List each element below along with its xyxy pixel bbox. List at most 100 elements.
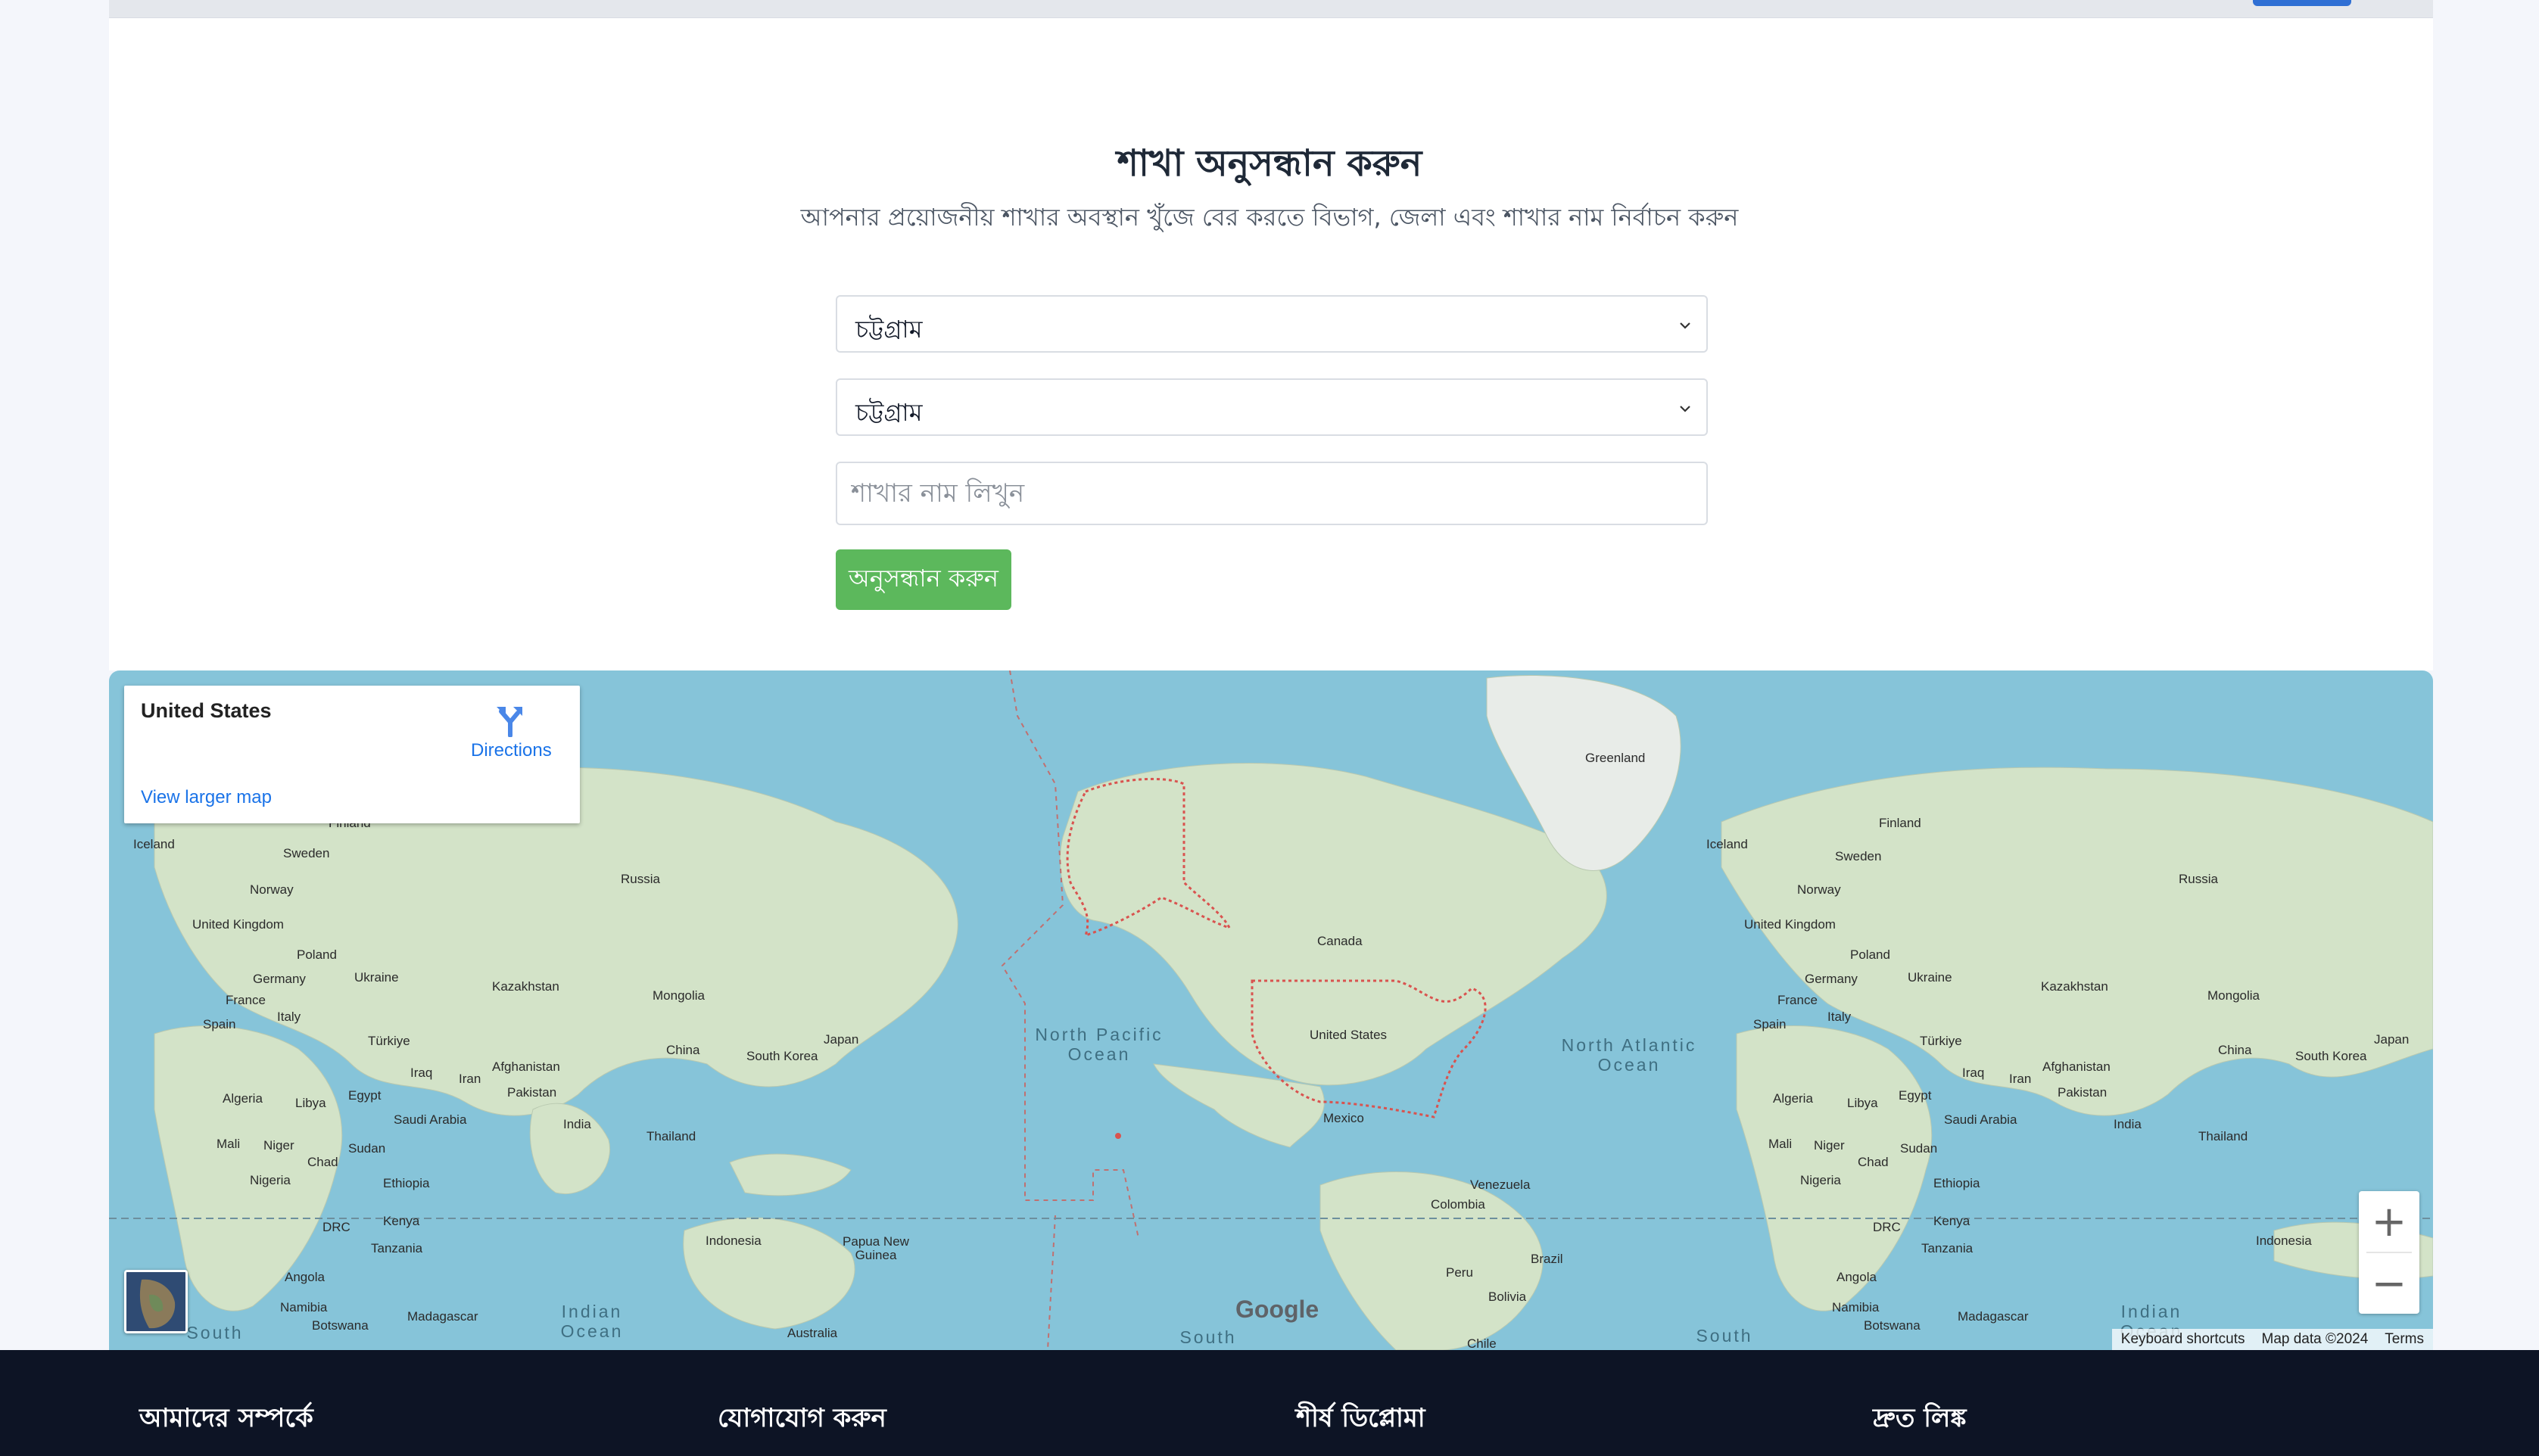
map-label: Mexico: [1323, 1111, 1364, 1125]
map-label: DRC: [322, 1220, 350, 1234]
chevron-down-icon: [1680, 406, 1690, 412]
map-label: Pakistan: [507, 1085, 557, 1100]
map-label: Tanzania: [1921, 1241, 1974, 1255]
map-label: North Atlantic Ocean: [1561, 1035, 1697, 1075]
search-button[interactable]: অনুসন্ধান করুন: [836, 549, 1011, 610]
map-label: Italy: [1827, 1010, 1852, 1024]
keyboard-shortcuts-link[interactable]: Keyboard shortcuts: [2121, 1331, 2245, 1348]
map-label: Sweden: [1835, 849, 1882, 863]
district-select[interactable]: চট্টগ্রাম: [836, 378, 1708, 436]
satellite-preview-icon: [126, 1272, 185, 1331]
map-label: Russia: [621, 872, 660, 886]
map-label: Ethiopia: [1933, 1176, 1980, 1190]
map-label: Australia: [787, 1326, 838, 1340]
map-container[interactable]: Iceland Finland Sweden Norway Russia Uni…: [109, 670, 2433, 1350]
branch-name-input-wrap: [836, 462, 1708, 525]
branch-name-input[interactable]: [837, 463, 1706, 524]
map-label: Sudan: [348, 1141, 386, 1156]
map-label: India: [2114, 1117, 2142, 1131]
map-label: Botswana: [312, 1318, 369, 1333]
map-label: Indonesia: [2256, 1234, 2312, 1248]
map-label: Iceland: [1706, 837, 1748, 851]
map-label: Iran: [459, 1072, 481, 1086]
map-label: South Korea: [2295, 1049, 2367, 1063]
chevron-down-icon: [1680, 322, 1690, 329]
map-label: France: [1777, 993, 1818, 1007]
map-label: Sudan: [1900, 1141, 1938, 1156]
map-label: Canada: [1317, 934, 1363, 948]
map-label: United Kingdom: [1744, 917, 1836, 932]
map-label: Germany: [253, 972, 306, 986]
map-label: DRC: [1873, 1220, 1901, 1234]
map-label: Sweden: [283, 846, 330, 860]
map-label: Niger: [263, 1138, 294, 1153]
active-tab-indicator: [2253, 0, 2351, 6]
map-label: Algeria: [223, 1091, 263, 1106]
map-label: Mali: [1768, 1137, 1793, 1151]
map-label: Chad: [307, 1155, 338, 1169]
top-strip: [109, 0, 2433, 18]
google-logo: Google: [1235, 1296, 1319, 1323]
map-label: Colombia: [1431, 1197, 1485, 1212]
map-label: Egypt: [348, 1088, 382, 1103]
division-select-value: চট্টগ্রাম: [855, 315, 923, 344]
footer-contact-heading: যোগাযোগ করুন: [718, 1403, 886, 1433]
map-label: Madagascar: [1958, 1309, 2029, 1324]
map-label: Libya: [1847, 1096, 1878, 1110]
zoom-in-button[interactable]: +: [2359, 1191, 2419, 1252]
district-select-value: চট্টগ্রাম: [855, 398, 923, 427]
map-label: Iceland: [133, 837, 175, 851]
map-label: United Kingdom: [192, 917, 284, 932]
map-label: Mali: [217, 1137, 241, 1151]
map-label: Chad: [1858, 1155, 1889, 1169]
map-label: Madagascar: [407, 1309, 478, 1324]
footer-diploma-heading: শীর্ষ ডিপ্লোমা: [1296, 1403, 1425, 1433]
footer-about-heading: আমাদের সম্পর্কে: [139, 1403, 313, 1433]
map-data-notice: Map data ©2024: [2261, 1331, 2369, 1347]
footer-quick-links-heading: দ্রুত লিঙ্ক: [1873, 1403, 1967, 1433]
map-label: Chile: [1467, 1336, 1497, 1350]
terms-link[interactable]: Terms: [2385, 1331, 2424, 1348]
map-label: Namibia: [1832, 1300, 1880, 1314]
map-label: Pakistan: [2058, 1085, 2108, 1100]
map-label: India: [563, 1117, 591, 1131]
map-label: Kenya: [1933, 1214, 1970, 1228]
satellite-toggle-thumbnail[interactable]: [124, 1270, 188, 1333]
map-label: United States: [1310, 1028, 1388, 1042]
map-label: Egypt: [1899, 1088, 1932, 1103]
map-label: Finland: [1879, 816, 1921, 830]
map-label: Mongolia: [653, 988, 705, 1003]
map-label: Afghanistan: [2042, 1059, 2111, 1074]
map-label: Niger: [1814, 1138, 1845, 1153]
map-label: Russia: [2179, 872, 2218, 886]
map-label: Iraq: [410, 1066, 433, 1080]
map-label: Namibia: [280, 1300, 328, 1314]
division-select[interactable]: চট্টগ্রাম: [836, 295, 1708, 353]
map-label: Afghanistan: [492, 1059, 560, 1074]
map-label: Peru: [1446, 1265, 1473, 1280]
map-label: Poland: [1850, 947, 1890, 962]
map-label: Kazakhstan: [492, 979, 559, 994]
map-label: Iran: [2009, 1072, 2032, 1086]
directions-icon[interactable]: [495, 704, 525, 737]
map-label: Ukraine: [354, 970, 399, 985]
directions-link[interactable]: Directions: [471, 740, 552, 761]
map-label: Saudi Arabia: [1944, 1112, 2017, 1127]
map-attribution-bar: Keyboard shortcuts Map data ©2024 Terms: [2111, 1329, 2433, 1350]
view-larger-map-link[interactable]: View larger map: [141, 787, 272, 808]
zoom-controls: + −: [2359, 1191, 2419, 1314]
map-label: Bolivia: [1488, 1290, 1527, 1304]
map-label: Spain: [1753, 1017, 1787, 1031]
map-label: Thailand: [646, 1129, 696, 1143]
map-label: Mongolia: [2207, 988, 2260, 1003]
map-label: China: [2218, 1043, 2252, 1057]
map-label: Libya: [295, 1096, 326, 1110]
map-label: South Korea: [746, 1049, 818, 1063]
map-label: Brazil: [1531, 1252, 1563, 1266]
map-label: Nigeria: [1800, 1173, 1841, 1187]
map-label: Poland: [297, 947, 337, 962]
map-label: Germany: [1805, 972, 1858, 986]
zoom-out-button[interactable]: −: [2359, 1253, 2419, 1314]
map-label: Japan: [824, 1032, 859, 1047]
map-label: France: [226, 993, 266, 1007]
